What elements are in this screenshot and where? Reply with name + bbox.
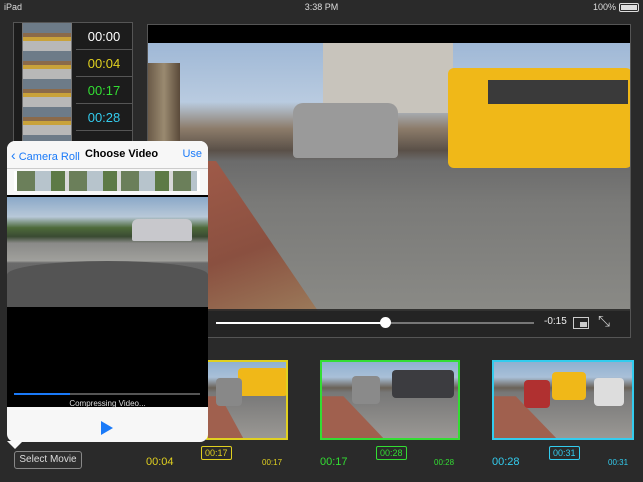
compress-progress-fill <box>14 393 70 395</box>
picture-in-picture-icon[interactable] <box>573 317 589 329</box>
timeline-time-0: 00:04 <box>146 456 174 468</box>
scrubber-fill <box>216 322 385 324</box>
select-movie-button[interactable]: Select Movie <box>14 451 82 469</box>
battery-icon <box>619 2 639 12</box>
timeline-end-2: 00:31 <box>608 458 629 467</box>
compress-status: Compressing Video... <box>69 399 146 408</box>
scrubber[interactable] <box>216 317 534 328</box>
popover-navbar: ‹ Camera Roll Choose Video Use <box>7 141 208 169</box>
chevron-left-icon: ‹ <box>11 147 16 163</box>
timeline-clip-2[interactable] <box>492 360 634 440</box>
battery-percent: 100% <box>592 2 616 12</box>
popover-title: Choose Video <box>85 148 159 160</box>
timeline-badge-0: 00:17 <box>201 446 232 460</box>
timeline-time-2: 00:28 <box>492 456 520 468</box>
timeline-end-0: 00:17 <box>262 458 283 467</box>
popover-arrow <box>7 441 23 449</box>
camera-roll-back-button[interactable]: ‹ Camera Roll <box>11 147 80 163</box>
segment-time-2[interactable]: 00:17 <box>76 77 132 104</box>
segment-list-panel: 00:00 00:04 00:17 00:28 <box>13 22 133 143</box>
battery-indicator: 100% <box>593 2 639 12</box>
play-icon[interactable] <box>101 421 113 435</box>
segment-time-1[interactable]: 00:04 <box>76 50 132 77</box>
status-bar: iPad 3:38 PM 100% <box>0 0 643 14</box>
timeline-time-1: 00:17 <box>320 456 348 468</box>
popover-video-preview <box>7 197 208 307</box>
timeline-clip-0[interactable] <box>206 360 288 440</box>
timeline-badge-1: 00:28 <box>376 446 407 460</box>
thumbnail-strip[interactable] <box>22 23 72 143</box>
back-label: Camera Roll <box>18 151 80 163</box>
status-time: 3:38 PM <box>304 2 339 12</box>
popover-thumbnail-strip[interactable] <box>14 171 200 191</box>
compress-progress-bar <box>14 393 200 395</box>
timeline-end-1: 00:28 <box>434 458 455 467</box>
timeline-badge-2: 00:31 <box>549 446 580 460</box>
player-controls: -0:15 ⤡ <box>148 309 630 337</box>
timeline-clip-1[interactable] <box>320 360 460 440</box>
segment-time-3[interactable]: 00:28 <box>76 104 132 131</box>
segment-time-0[interactable]: 00:00 <box>76 23 132 50</box>
choose-video-popover: ‹ Camera Roll Choose Video Use Compressi… <box>7 141 208 442</box>
use-button[interactable]: Use <box>182 148 202 160</box>
scrubber-thumb[interactable] <box>379 317 391 328</box>
fullscreen-icon[interactable]: ⤡ <box>598 314 610 330</box>
time-remaining: -0:15 <box>544 316 567 327</box>
video-frame <box>148 43 630 311</box>
segment-time-list: 00:00 00:04 00:17 00:28 <box>76 23 132 131</box>
main-video-player[interactable]: -0:15 ⤡ <box>147 24 631 338</box>
